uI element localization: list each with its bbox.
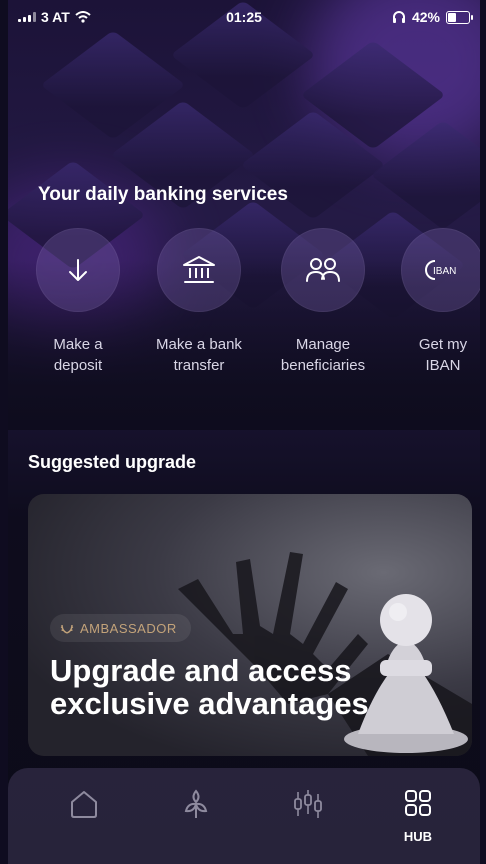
service-beneficiaries-button[interactable] <box>281 228 365 312</box>
bank-icon <box>183 256 215 283</box>
service-label-line2: IBAN <box>425 357 461 374</box>
laurel-icon <box>60 624 74 634</box>
service-label-line2: transfer <box>173 357 225 374</box>
upgrade-card[interactable]: AMBASSADOR Upgrade and access exclusive … <box>28 494 472 756</box>
service-beneficiaries[interactable]: Manage beneficiaries <box>263 228 383 376</box>
card-title-line1: Upgrade and access <box>50 653 352 688</box>
service-label-line2: deposit <box>53 357 103 374</box>
iban-icon-text: IBAN <box>433 266 456 277</box>
service-bank-transfer[interactable]: Make a bank transfer <box>139 228 259 376</box>
ambassador-badge: AMBASSADOR <box>50 614 191 642</box>
plant-icon <box>184 789 208 818</box>
battery-percent: 42% <box>411 9 440 25</box>
service-label-line2: beneficiaries <box>280 357 366 374</box>
suggested-upgrade-title: Suggested upgrade <box>28 452 197 472</box>
service-iban-button[interactable]: IBAN <box>401 228 480 312</box>
people-icon <box>306 258 340 282</box>
arrow-down-icon <box>69 259 87 281</box>
service-deposit[interactable]: Make a deposit <box>18 228 138 376</box>
tab-hub-label: HUB <box>403 829 433 844</box>
badge-label: AMBASSADOR <box>80 620 177 636</box>
service-bank-transfer-button[interactable] <box>157 228 241 312</box>
services-row: Make a deposit Make a bank transfer Mana… <box>36 228 480 388</box>
service-deposit-button[interactable] <box>36 228 120 312</box>
service-label-line1: Manage <box>295 336 351 353</box>
service-label-line1: Make a <box>53 336 103 353</box>
home-icon <box>71 791 97 818</box>
service-label-line1: Get my <box>418 336 468 353</box>
tab-savings[interactable] <box>166 788 226 825</box>
app-screen: 3 AT 01:25 42% Your daily banking servic… <box>8 0 480 864</box>
iban-icon: IBAN <box>425 260 456 280</box>
battery-icon <box>446 10 473 24</box>
status-bar: 3 AT 01:25 42% <box>8 0 480 34</box>
grid-icon <box>405 790 431 816</box>
candlestick-icon <box>294 790 322 818</box>
tab-invest[interactable] <box>278 788 338 825</box>
tab-home[interactable] <box>54 788 114 825</box>
service-label-line1: Make a bank <box>156 336 242 353</box>
service-iban[interactable]: IBAN Get my IBAN <box>383 228 480 376</box>
headphones-icon <box>392 11 405 23</box>
bottom-tab-bar: HUB <box>8 768 480 864</box>
daily-services-title: Your daily banking services <box>38 184 288 205</box>
upgrade-card-title: Upgrade and access exclusive advantages <box>50 654 410 720</box>
tab-hub[interactable]: HUB <box>388 788 448 844</box>
card-title-line2: exclusive advantages <box>50 686 369 721</box>
